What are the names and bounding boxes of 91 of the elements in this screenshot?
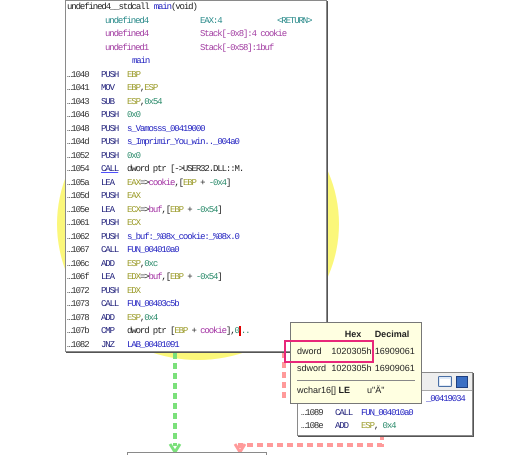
address-text: …107b [67, 325, 90, 338]
address-text: …1062 [67, 230, 90, 244]
mnemonic-text: JNZ [101, 338, 116, 352]
mnemonic-text: ADD [101, 312, 116, 324]
operand-text: ECX [127, 217, 140, 230]
operand-text: EDX [127, 284, 140, 298]
operand-text: s_buf:_%08x_cookie:_%08x.0 [127, 230, 239, 244]
operand-text: ESP,0x4 [127, 312, 158, 324]
mnemonic-text: CALL [335, 406, 354, 420]
column-header: Decimal [374, 328, 410, 341]
param-storage: Stack[-0x58]:1buf [200, 42, 275, 54]
operand-text: 0x0 [127, 150, 140, 162]
mnemonic-text: LEA [101, 271, 116, 284]
operand-text: EBP,ESP [127, 82, 158, 95]
mnemonic-text: LEA [101, 176, 116, 190]
address-text: …106c [67, 258, 90, 270]
address-text: …1054 [67, 163, 90, 176]
address-text: …105d [67, 190, 90, 203]
mnemonic-text: PUSH [101, 230, 120, 244]
param-name: <RETURN> [277, 14, 312, 28]
operand-text: EDX=>buf,[EBP + -0x54] [127, 271, 222, 284]
mnemonic-text: ADD [101, 258, 116, 270]
operand-text: ECX=>buf,[EBP + -0x54] [127, 204, 222, 216]
operand-text: EBP [127, 68, 140, 82]
operand-text: ESP, 0x4 [361, 420, 396, 433]
address-text: …1089 [301, 406, 324, 420]
operand-text: LAB_00401091 [127, 338, 179, 352]
address-text: …106f [67, 271, 90, 284]
mnemonic-text: PUSH [101, 190, 120, 203]
address-text: …1078 [67, 312, 90, 324]
address-text: …1082 [67, 338, 90, 352]
operand-text: EAX [127, 190, 140, 203]
param-type: undefined1 [105, 42, 150, 54]
operand-text: dword ptr [->USER32.DLL::M. [127, 163, 244, 176]
window-icon[interactable] [438, 376, 452, 387]
address-text: …1041 [67, 82, 90, 95]
type-text: dword [297, 344, 323, 358]
type-text: wchar16[] LE [297, 384, 352, 397]
mnemonic-text: CALL [101, 298, 120, 311]
type-text: sdword [297, 362, 328, 375]
mnemonic-text: PUSH [101, 68, 120, 82]
address-text: …1073 [67, 298, 90, 311]
operand-text: 0x0 [127, 109, 140, 122]
operand-text: s_Vamosss_00419000 [127, 122, 204, 136]
address-text: …1040 [67, 68, 90, 82]
column-header: Hex [344, 328, 362, 341]
mnemonic-text: CALL [101, 163, 120, 176]
param-type: undefined4 [105, 14, 150, 28]
operand-text: EAX=>cookie,[EBP + -0x4] [127, 176, 230, 190]
operand-text: FUN_004010a0 [361, 406, 413, 420]
operand-text: ESP,0x54 [127, 96, 162, 108]
operand-text: _00419034 [426, 393, 465, 406]
mnemonic-text: SUB [101, 96, 116, 108]
mnemonic-text: PUSH [101, 109, 120, 122]
address-text: …1046 [67, 109, 90, 122]
string-value: u"Ä" [367, 384, 384, 397]
function-signature: undefined4__stdcall main(void) [67, 1, 197, 14]
address-text: …104d [67, 136, 90, 149]
operand-text: FUN_00403c5b [127, 298, 179, 311]
function-label: main [132, 55, 150, 68]
mnemonic-text: CMP [101, 325, 116, 338]
param-type: undefined4 [105, 28, 150, 41]
operand-text: s_Imprimir_You_win.._004a0 [127, 136, 239, 149]
address-text: …105a [67, 176, 90, 190]
address-text: …108e [301, 420, 324, 433]
address-text: …1048 [67, 122, 90, 136]
maximize-icon[interactable] [456, 376, 468, 388]
mnemonic-text: PUSH [101, 284, 120, 298]
decimal-value: 16909061 [374, 362, 415, 375]
mnemonic-text: PUSH [101, 136, 120, 149]
address-text: …1072 [67, 284, 90, 298]
mnemonic-text: ADD [335, 420, 350, 433]
mnemonic-text: LEA [101, 204, 116, 216]
hex-value: 1020305h [331, 344, 372, 358]
address-text: …1052 [67, 150, 90, 162]
mnemonic-text: PUSH [101, 150, 120, 162]
decimal-value: 16909061 [374, 344, 415, 358]
address-text: …1067 [67, 244, 90, 257]
address-text: …105e [67, 204, 90, 216]
mnemonic-text: CALL [101, 244, 120, 257]
address-text: …1061 [67, 217, 90, 230]
mnemonic-text: PUSH [101, 122, 120, 136]
param-storage: Stack[-0x8]:4 cookie [200, 28, 286, 41]
address-text: …1043 [67, 96, 90, 108]
operand-text: FUN_004010a0 [127, 244, 179, 257]
param-storage: EAX:4 [200, 14, 224, 28]
hex-value: 1020305h [331, 362, 372, 375]
operand-text: dword ptr [EBP + cookie],0 .. [127, 325, 250, 338]
mnemonic-text: PUSH [101, 217, 120, 230]
mnemonic-text: MOV [101, 82, 116, 95]
operand-text: ESP,0xc [127, 258, 158, 270]
